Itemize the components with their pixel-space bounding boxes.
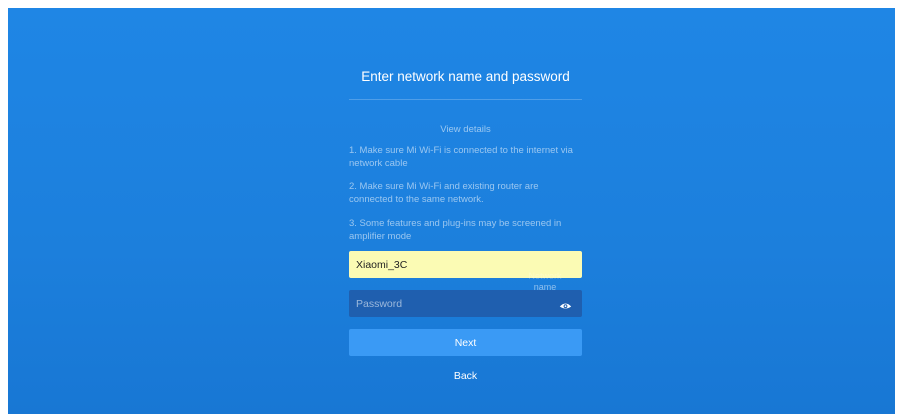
tip-same-network: 2. Make sure Mi Wi-Fi and existing route… (349, 181, 539, 205)
eye-icon[interactable] (559, 298, 572, 309)
next-button[interactable]: Next (349, 329, 582, 356)
password-input[interactable] (349, 290, 549, 317)
tip-connected-via-cable: 1. Make sure Mi Wi-Fi is connected to th… (349, 145, 573, 169)
view-details-link[interactable]: View details (349, 124, 582, 135)
network-name-label-faint: Network (528, 271, 562, 281)
back-link[interactable]: Back (349, 370, 582, 382)
tip-amplifier-mode: 3. Some features and plug-ins may be scr… (349, 218, 562, 242)
page-title: Enter network name and password (361, 69, 570, 84)
title-divider (349, 99, 582, 100)
wifi-setup-screen: Enter network name and password View det… (8, 8, 895, 414)
password-field[interactable] (349, 290, 582, 317)
